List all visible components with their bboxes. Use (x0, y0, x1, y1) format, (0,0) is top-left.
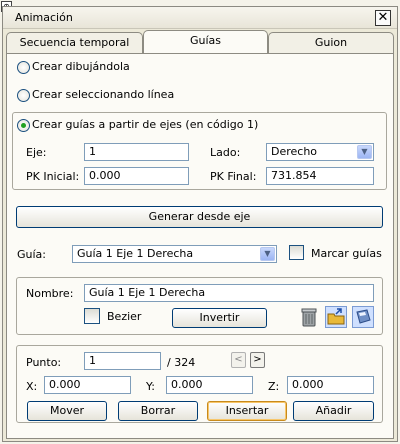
bezier-label: Bezier (107, 310, 142, 323)
next-point-button[interactable]: > (250, 352, 265, 368)
tab-guion[interactable]: Guion (268, 32, 394, 53)
delete-button[interactable]: Borrar (118, 401, 198, 421)
tab-guias[interactable]: Guías (143, 30, 268, 53)
insert-button[interactable]: Insertar (207, 401, 287, 421)
pk-final-input[interactable]: 731.854 (266, 167, 374, 185)
eje-input[interactable]: 1 (84, 143, 189, 161)
add-button[interactable]: Añadir (293, 401, 374, 421)
lado-label: Lado: (210, 146, 241, 159)
nombre-label: Nombre: (26, 287, 74, 300)
guia-select[interactable]: Guía 1 Eje 1 Derecha ▼ (72, 245, 277, 263)
radio-from-axis[interactable] (17, 119, 30, 132)
guia-label: Guía: (17, 248, 46, 261)
mark-guides-label: Marcar guías (311, 247, 382, 260)
radio-draw-label: Crear dibujándola (32, 60, 130, 73)
radio-select-line[interactable] (17, 89, 30, 102)
radio-draw[interactable] (17, 61, 30, 74)
move-button[interactable]: Mover (27, 401, 107, 421)
radio-from-axis-label: Crear guías a partir de ejes (en código … (32, 118, 259, 131)
point-total: / 324 (167, 356, 196, 369)
chevron-down-icon[interactable]: ▼ (357, 145, 372, 159)
bezier-checkbox[interactable] (84, 308, 100, 324)
title-bar: Animación ✕ (3, 7, 397, 29)
pk-inicial-input[interactable]: 0.000 (84, 167, 189, 185)
y-input[interactable]: 0.000 (166, 376, 253, 394)
trash-icon[interactable] (298, 306, 320, 328)
tab-secuencia-temporal[interactable]: Secuencia temporal (6, 32, 143, 53)
nombre-input[interactable]: Guía 1 Eje 1 Derecha (84, 284, 374, 302)
generate-from-axis-button[interactable]: Generar desde eje (16, 206, 383, 228)
radio-select-line-label: Crear seleccionando línea (32, 88, 175, 101)
punto-input[interactable]: 1 (84, 352, 161, 370)
z-input[interactable]: 0.000 (287, 376, 374, 394)
z-label: Z: (268, 380, 280, 393)
eje-label: Eje: (26, 146, 47, 159)
pk-final-label: PK Final: (210, 170, 257, 183)
y-label: Y: (146, 380, 155, 393)
x-label: X: (26, 380, 38, 393)
invert-button[interactable]: Invertir (172, 308, 267, 328)
save-disk-icon[interactable] (352, 306, 374, 328)
close-icon: ✕ (377, 10, 389, 25)
punto-label: Punto: (26, 356, 62, 369)
guia-select-value: Guía 1 Eje 1 Derecha (77, 247, 194, 260)
chevron-down-icon[interactable]: ▼ (260, 247, 275, 261)
pk-inicial-label: PK Inicial: (26, 170, 80, 183)
close-button[interactable]: ✕ (375, 10, 391, 26)
mark-guides-checkbox[interactable] (289, 245, 304, 260)
open-folder-icon[interactable] (325, 306, 347, 328)
previous-point-button[interactable]: < (231, 352, 246, 368)
x-input[interactable]: 0.000 (44, 376, 131, 394)
lado-select[interactable]: Derecho ▼ (266, 143, 374, 161)
window-title: Animación (15, 11, 73, 24)
lado-select-value: Derecho (271, 145, 318, 158)
